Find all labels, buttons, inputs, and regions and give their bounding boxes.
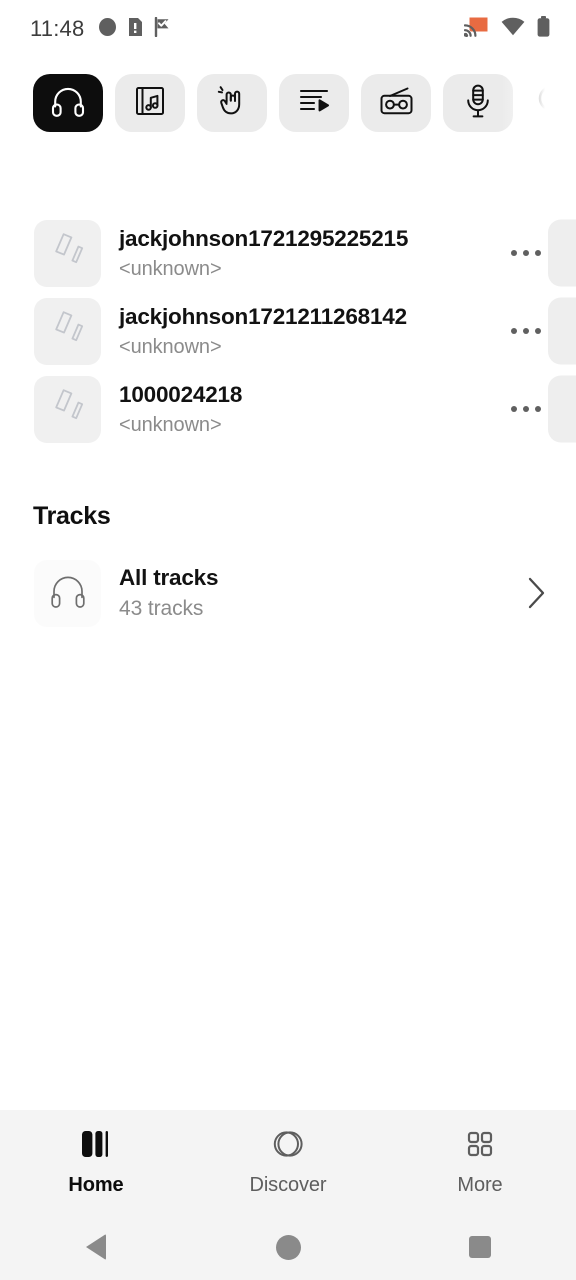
system-navigation-bar [0,1214,576,1280]
main-content: jackjohnson1721295225215 <unknown> jackj… [0,148,576,1110]
home-button[interactable] [192,1234,384,1260]
album-text: 1000024218 <unknown> [119,381,498,437]
nav-more[interactable]: More [384,1128,576,1197]
album-placeholder-icon [51,310,85,353]
radio-icon [379,86,414,121]
albums-carousel[interactable]: jackjohnson1721295225215 <unknown> jackj… [0,148,576,448]
chevron-right-icon [526,576,548,610]
nav-more-label: More [457,1173,503,1196]
nav-home-label: Home [68,1173,124,1196]
more-horizontal-icon [511,328,541,334]
nav-discover[interactable]: Discover [192,1128,384,1197]
status-notification-icons [98,16,172,42]
flag-check-icon [154,16,172,42]
circle-home-icon [275,1234,301,1260]
more-horizontal-icon [511,250,541,256]
tab-radio[interactable] [361,74,431,132]
album-artist: <unknown> [119,258,222,280]
rock-hand-icon [216,84,249,122]
album-title: jackjohnson1721211268142 [119,304,407,329]
status-system-icons [463,16,550,42]
square-recents-icon [469,1236,491,1258]
notification-dot-icon [98,16,117,42]
album-more-button[interactable] [498,250,554,256]
category-tab-bar [0,58,576,148]
playlist-play-icon [298,86,331,121]
album-music-icon [134,85,166,122]
all-tracks-title: All tracks [119,565,219,590]
tab-artists[interactable] [197,74,267,132]
triangle-back-icon [86,1234,106,1260]
bottom-navigation: Home Discover More [0,1110,576,1214]
album-placeholder-icon [51,232,85,275]
all-tracks-row[interactable]: All tracks 43 tracks [0,551,576,635]
album-title: jackjohnson1721295225215 [119,226,409,251]
tab-podcasts[interactable] [443,74,513,132]
album-more-button[interactable] [498,406,554,412]
album-thumbnail [34,375,101,443]
status-clock: 11:48 [30,16,85,41]
battery-icon [537,16,550,42]
back-button[interactable] [0,1234,192,1260]
microphone-icon [465,84,491,123]
headphones-icon [49,573,87,614]
album-placeholder-icon [51,388,85,431]
grid-dots-icon [464,1128,496,1165]
search-button[interactable] [525,74,576,132]
all-tracks-count: 43 tracks [119,597,204,620]
album-peek-thumbnail[interactable] [548,219,576,287]
tab-songs[interactable] [33,74,103,132]
more-horizontal-icon [511,406,541,412]
search-icon [536,83,572,124]
app-screen: 11:48 jackjohnson1721295225215 <unknown>… [0,0,576,1280]
album-text: jackjohnson1721295225215 <unknown> [119,225,498,281]
album-more-button[interactable] [498,328,554,334]
nav-home[interactable]: Home [0,1128,192,1197]
all-tracks-text: All tracks 43 tracks [119,565,526,621]
headphones-icon [51,85,85,122]
album-row[interactable]: jackjohnson1721211268142 <unknown> [0,292,576,370]
tab-playlists[interactable] [279,74,349,132]
nav-discover-label: Discover [249,1173,327,1196]
cast-icon [463,16,489,42]
wifi-icon [501,17,525,41]
album-peek-thumbnail[interactable] [548,297,576,365]
album-row[interactable]: jackjohnson1721295225215 <unknown> [0,214,576,292]
album-peek-thumbnail[interactable] [548,375,576,443]
tab-albums[interactable] [115,74,185,132]
album-title: 1000024218 [119,382,243,407]
album-text: jackjohnson1721211268142 <unknown> [119,303,498,359]
warning-document-icon [128,17,143,42]
album-thumbnail [34,219,101,287]
album-thumbnail [34,297,101,365]
recents-button[interactable] [384,1236,576,1258]
status-bar: 11:48 [0,0,576,58]
tracks-section-heading: Tracks [33,502,111,530]
album-artist: <unknown> [119,414,222,436]
album-row[interactable]: 1000024218 <unknown> [0,370,576,448]
album-artist: <unknown> [119,336,222,358]
discover-rings-icon [271,1128,305,1165]
all-tracks-thumbnail [34,559,101,627]
equalizer-bars-icon [79,1128,113,1165]
category-tab-scroll[interactable] [0,58,576,148]
